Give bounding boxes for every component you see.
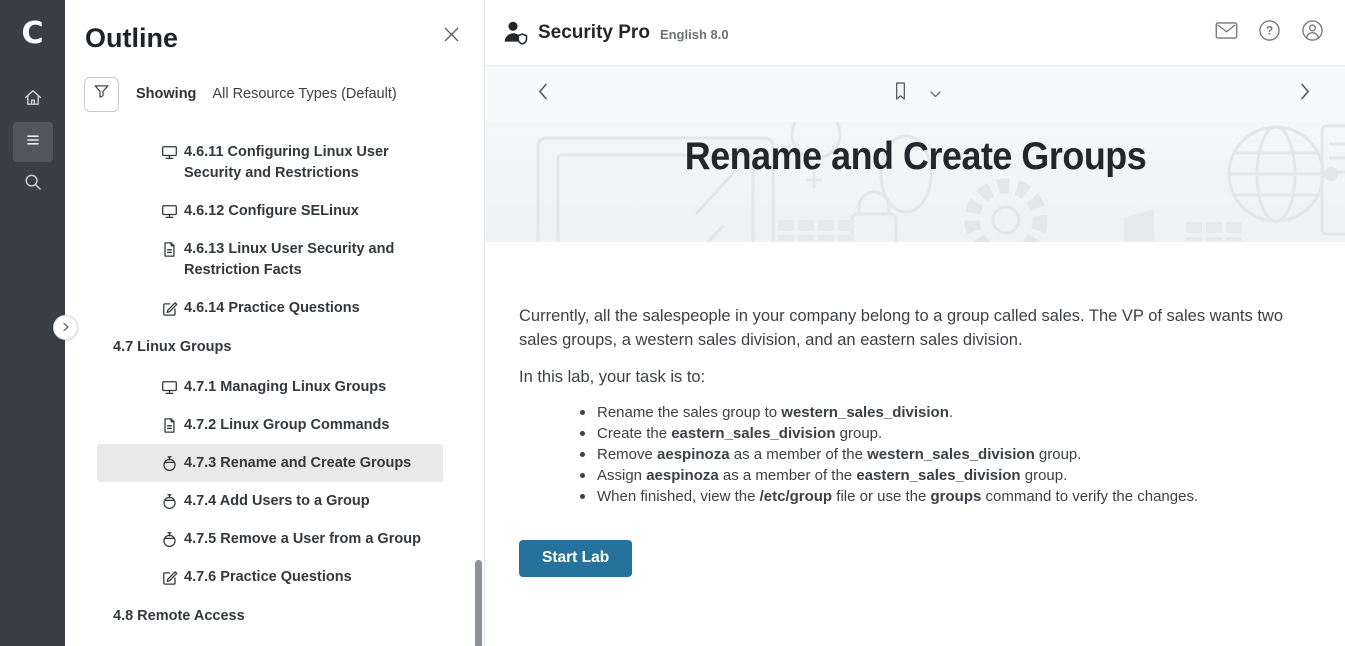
outline-item-label: 4.6.12 Configure SELinux bbox=[184, 201, 359, 222]
outline-item-label: 4.7.3 Rename and Create Groups bbox=[184, 453, 411, 474]
next-lesson-button[interactable] bbox=[1300, 83, 1311, 106]
outline-item-label: 4.7 Linux Groups bbox=[113, 337, 231, 358]
mail-button[interactable] bbox=[1213, 20, 1239, 46]
outline-item-label: 4.6.11 Configuring Linux User Security a… bbox=[184, 142, 439, 184]
document-icon bbox=[161, 417, 178, 434]
outline-tree: 4.6.11 Configuring Linux User Security a… bbox=[65, 133, 484, 646]
filter-value[interactable]: All Resource Types (Default) bbox=[212, 86, 396, 102]
chevron-right-icon bbox=[62, 319, 70, 337]
start-lab-button[interactable]: Start Lab bbox=[519, 540, 632, 577]
outline-item[interactable]: 4.6.14 Practice Questions bbox=[97, 289, 443, 327]
close-outline-button[interactable] bbox=[443, 26, 460, 48]
lab-icon bbox=[161, 493, 178, 510]
account-icon bbox=[1301, 19, 1324, 47]
outline-item-label: 4.6.14 Practice Questions bbox=[184, 298, 360, 319]
lesson-banner: Rename and Create Groups bbox=[486, 122, 1345, 242]
chevron-right-icon bbox=[1300, 88, 1311, 105]
outline-title: Outline bbox=[85, 20, 178, 56]
outline-item-label: 4.6.13 Linux User Security and Restricti… bbox=[184, 239, 439, 281]
task-bullet: Assign aespinoza as a member of the east… bbox=[580, 465, 1305, 486]
document-icon bbox=[161, 241, 178, 258]
outline-item[interactable]: 4.7.3 Rename and Create Groups bbox=[97, 444, 443, 482]
chevron-left-icon bbox=[537, 88, 548, 105]
lab-icon bbox=[161, 531, 178, 548]
task-intro-text: In this lab, your task is to: bbox=[519, 368, 1305, 387]
product-header: Security Pro English 8.0 ? bbox=[486, 0, 1345, 66]
outline-item[interactable]: 4.7.2 Linux Group Commands bbox=[97, 406, 443, 444]
outline-item[interactable]: 4.7.1 Managing Linux Groups bbox=[97, 368, 443, 406]
outline-item-label: 4.8 Remote Access bbox=[113, 606, 245, 627]
practice-questions-icon bbox=[161, 569, 178, 586]
svg-text:?: ? bbox=[1265, 23, 1272, 37]
outline-item[interactable]: 4.7.5 Remove a User from a Group bbox=[97, 520, 443, 558]
outline-scrollbar-thumb[interactable] bbox=[475, 560, 482, 646]
filter-button[interactable] bbox=[84, 77, 119, 112]
outline-collapse-toggle[interactable] bbox=[53, 315, 78, 340]
outline-item-label: 4.7.5 Remove a User from a Group bbox=[184, 529, 421, 550]
task-bullet: When finished, view the /etc/group file … bbox=[580, 486, 1305, 507]
search-icon bbox=[23, 172, 43, 197]
product-title: Security Pro bbox=[538, 22, 650, 44]
menu-icon bbox=[23, 130, 43, 155]
lesson-navbar bbox=[486, 66, 1345, 122]
outline-item[interactable]: 4.7.6 Practice Questions bbox=[97, 558, 443, 596]
page-title: Rename and Create Groups bbox=[520, 122, 1310, 179]
bookmark-icon bbox=[891, 89, 910, 106]
task-list: Rename the sales group to western_sales_… bbox=[580, 402, 1305, 507]
account-button[interactable] bbox=[1299, 20, 1325, 46]
outline-item[interactable]: 4.6.13 Linux User Security and Restricti… bbox=[97, 230, 443, 289]
outline-item[interactable]: 4.6.12 Configure SELinux bbox=[97, 192, 443, 230]
sidebar-item-home[interactable] bbox=[13, 80, 53, 120]
scenario-text: Currently, all the salespeople in your c… bbox=[519, 304, 1305, 352]
help-button[interactable]: ? bbox=[1256, 20, 1282, 46]
person-shield-icon bbox=[502, 19, 529, 46]
outline-item-label: 4.7.4 Add Users to a Group bbox=[184, 491, 370, 512]
lab-icon bbox=[161, 455, 178, 472]
practice-questions-icon bbox=[161, 300, 178, 317]
outline-panel: Outline Showing All Resource Types (Defa… bbox=[65, 0, 485, 646]
task-bullet: Remove aespinoza as a member of the west… bbox=[580, 444, 1305, 465]
video-icon bbox=[161, 379, 178, 396]
outline-item[interactable]: 4.6.11 Configuring Linux User Security a… bbox=[97, 133, 443, 192]
task-bullet: Create the eastern_sales_division group. bbox=[580, 423, 1305, 444]
sidebar-item-outline[interactable] bbox=[13, 122, 53, 162]
previous-lesson-button[interactable] bbox=[537, 83, 548, 106]
outline-section[interactable]: 4.8 Remote Access bbox=[65, 596, 484, 637]
filter-showing-label: Showing bbox=[136, 86, 196, 102]
outline-item-label: 4.7.2 Linux Group Commands bbox=[184, 415, 389, 436]
lesson-body: Currently, all the salespeople in your c… bbox=[486, 242, 1345, 577]
close-icon bbox=[443, 30, 460, 47]
bookmark-menu-button[interactable] bbox=[930, 85, 941, 103]
video-icon bbox=[161, 144, 178, 161]
outline-item[interactable]: 4.7.4 Add Users to a Group bbox=[97, 482, 443, 520]
bookmark-button[interactable] bbox=[891, 81, 910, 107]
filter-funnel-icon bbox=[93, 83, 110, 105]
help-icon: ? bbox=[1258, 19, 1281, 47]
app-window: C Outline Showing All Resource T bbox=[0, 0, 1345, 646]
main-content: Security Pro English 8.0 ? bbox=[486, 0, 1345, 646]
video-icon bbox=[161, 203, 178, 220]
outline-item-label: 4.7.1 Managing Linux Groups bbox=[184, 377, 386, 398]
home-icon bbox=[23, 88, 43, 113]
mail-icon bbox=[1215, 19, 1238, 47]
task-bullet: Rename the sales group to western_sales_… bbox=[580, 402, 1305, 423]
outline-item[interactable]: 4.8.1 Remote Access bbox=[97, 637, 443, 646]
outline-item-label: 4.7.6 Practice Questions bbox=[184, 567, 352, 588]
product-edition: English 8.0 bbox=[660, 23, 729, 42]
sidebar-item-search[interactable] bbox=[13, 164, 53, 204]
testout-logo[interactable]: C bbox=[0, 0, 65, 66]
chevron-down-icon bbox=[930, 85, 941, 102]
outline-section[interactable]: 4.7 Linux Groups bbox=[65, 327, 484, 368]
